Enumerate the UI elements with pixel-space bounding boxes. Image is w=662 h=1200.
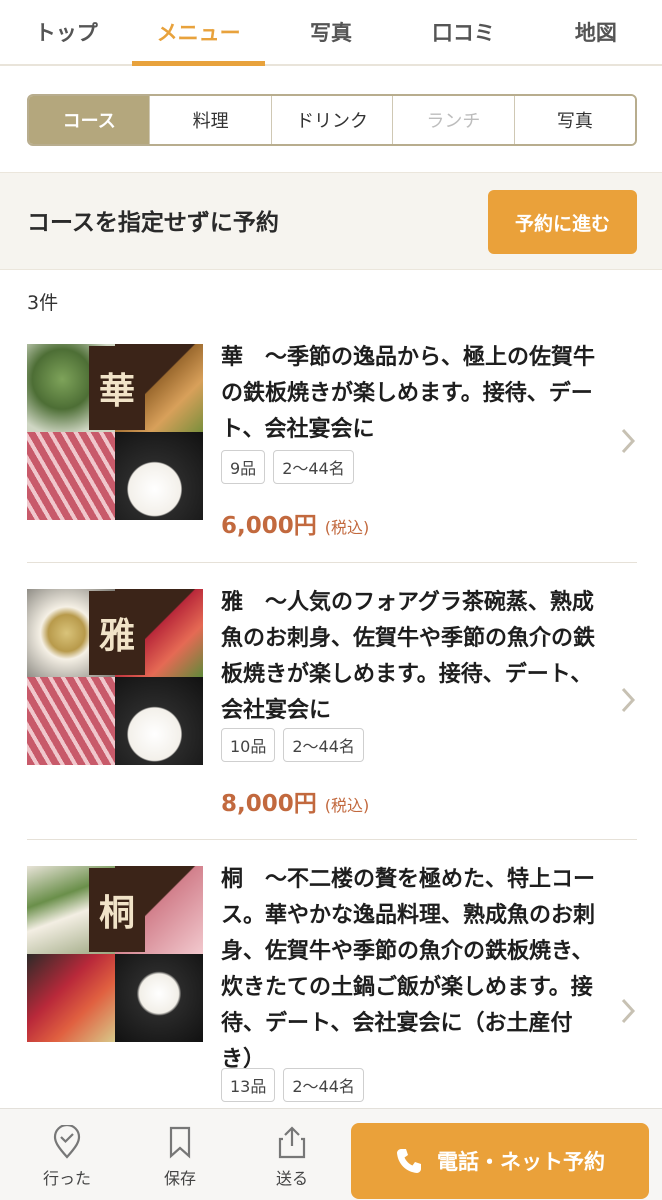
divider bbox=[27, 839, 637, 840]
course-title: 雅 〜人気のフォアグラ茶碗蒸、熟成魚のお刺身、佐賀牛や季節の魚介の鉄板焼きが楽し… bbox=[221, 590, 596, 723]
result-count: 3件 bbox=[27, 292, 59, 314]
price-tax-note: (税込) bbox=[324, 518, 370, 537]
chevron-right-icon[interactable] bbox=[618, 426, 638, 456]
phone-icon bbox=[397, 1149, 421, 1173]
course-people-range: 2〜44名 bbox=[283, 728, 364, 762]
share-button[interactable]: 送る bbox=[247, 1125, 337, 1189]
share-icon bbox=[278, 1126, 306, 1159]
course-people-range: 2〜44名 bbox=[273, 450, 354, 484]
phone-web-reserve-button[interactable]: 電話・ネット予約 bbox=[351, 1123, 649, 1199]
food-photo-rice bbox=[115, 432, 203, 520]
went-label: 行った bbox=[42, 1169, 91, 1188]
chevron-right-icon[interactable] bbox=[618, 685, 638, 715]
segment-photos[interactable]: 写真 bbox=[514, 96, 635, 144]
price-tax-note: (税込) bbox=[324, 796, 370, 815]
save-label: 保存 bbox=[163, 1169, 196, 1188]
tab-reviews[interactable]: 口コミ bbox=[397, 0, 529, 64]
food-photo-wagyu bbox=[27, 432, 115, 520]
course-name-badge: 華 bbox=[89, 346, 145, 430]
share-label: 送る bbox=[275, 1169, 308, 1188]
check-pin-icon bbox=[53, 1125, 81, 1159]
tab-photos[interactable]: 写真 bbox=[265, 0, 397, 64]
food-photo-donabe-rice bbox=[115, 954, 203, 1042]
segment-drinks[interactable]: ドリンク bbox=[271, 96, 394, 144]
bottom-action-bar: 行った 保存 送る 電話・ネット予約 bbox=[0, 1108, 662, 1200]
phone-web-reserve-label: 電話・ネット予約 bbox=[437, 1150, 605, 1174]
food-photo-sashimi bbox=[27, 954, 115, 1042]
course-items-count: 10品 bbox=[221, 728, 276, 762]
course-title: 華 〜季節の逸品から、極上の佐賀牛の鉄板焼きが楽しめます。接待、デート、会社宴会… bbox=[221, 345, 596, 442]
course-people-range: 2〜44名 bbox=[283, 1068, 364, 1102]
course-image: 華 bbox=[27, 344, 203, 520]
price-value: 8,000円 bbox=[221, 791, 317, 817]
course-tags: 9品 2〜44名 bbox=[221, 450, 354, 484]
bookmark-icon bbox=[169, 1126, 191, 1159]
course-title: 桐 〜不二楼の贅を極めた、特上コース。華やかな逸品料理、熟成魚のお刺身、佐賀牛や… bbox=[221, 867, 596, 1072]
food-photo-rice bbox=[115, 677, 203, 765]
course-items-count: 13品 bbox=[221, 1068, 276, 1102]
tab-menu[interactable]: メニュー bbox=[132, 0, 266, 66]
course-price: 8,000円 (税込) bbox=[221, 784, 369, 818]
price-value: 6,000円 bbox=[221, 513, 317, 539]
food-photo-wagyu bbox=[27, 677, 115, 765]
tab-map[interactable]: 地図 bbox=[530, 0, 662, 64]
segment-lunch: ランチ bbox=[393, 96, 515, 144]
reserve-without-course-banner: コースを指定せずに予約 予約に進む bbox=[0, 172, 662, 270]
divider bbox=[27, 562, 637, 563]
reserve-without-course-text: コースを指定せずに予約 bbox=[27, 210, 279, 236]
menu-category-segmented-control: コース 料理 ドリンク ランチ 写真 bbox=[27, 94, 637, 146]
course-tags: 13品 2〜44名 bbox=[221, 1068, 364, 1102]
segment-dishes[interactable]: 料理 bbox=[150, 96, 272, 144]
course-name-badge: 桐 bbox=[89, 868, 145, 952]
menu-category-section: コース 料理 ドリンク ランチ 写真 bbox=[0, 68, 662, 172]
tab-top[interactable]: トップ bbox=[0, 0, 132, 64]
went-button[interactable]: 行った bbox=[22, 1125, 112, 1189]
top-tab-bar: トップ メニュー 写真 口コミ 地図 bbox=[0, 0, 662, 66]
course-image: 雅 bbox=[27, 589, 203, 765]
proceed-to-reserve-button[interactable]: 予約に進む bbox=[488, 190, 637, 254]
course-image: 桐 bbox=[27, 866, 203, 1042]
segment-course[interactable]: コース bbox=[29, 96, 151, 144]
chevron-right-icon[interactable] bbox=[618, 996, 638, 1026]
course-price: 6,000円 (税込) bbox=[221, 506, 369, 540]
course-items-count: 9品 bbox=[221, 450, 266, 484]
save-button[interactable]: 保存 bbox=[135, 1125, 225, 1189]
course-tags: 10品 2〜44名 bbox=[221, 728, 364, 762]
course-name-badge: 雅 bbox=[89, 591, 145, 675]
